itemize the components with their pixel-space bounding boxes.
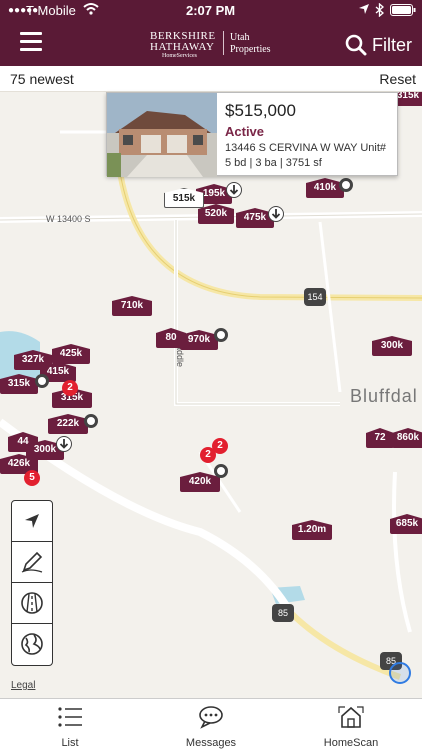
location-arrow-icon <box>25 514 39 528</box>
result-count: 75 newest <box>10 71 74 87</box>
tab-bar: List Messages HomeScan <box>0 698 422 750</box>
messages-icon <box>199 706 223 729</box>
tab-list-label: List <box>61 737 79 749</box>
satellite-button[interactable] <box>12 624 52 665</box>
wifi-icon <box>83 2 99 19</box>
listing-preview-card[interactable]: $515,000 Active 13446 S CERVINA W WAY Un… <box>106 92 398 177</box>
route-shield: 85 <box>272 604 294 622</box>
carrier-label: T-Mobile <box>26 3 76 18</box>
street-label: W 13400 S <box>46 214 91 224</box>
road-view-button[interactable] <box>12 583 52 624</box>
locate-button[interactable] <box>12 501 52 542</box>
open-house-marker[interactable] <box>35 374 49 388</box>
tab-messages-label: Messages <box>185 737 237 749</box>
listing-status: Active <box>225 124 265 139</box>
cluster-badge[interactable]: 2 <box>62 380 78 396</box>
road-icon <box>21 592 43 614</box>
results-bar: 75 newest Reset <box>0 66 422 92</box>
draw-button[interactable] <box>12 542 52 583</box>
legal-link[interactable]: Legal <box>11 680 35 691</box>
reset-button[interactable]: Reset <box>379 71 416 87</box>
open-house-marker[interactable] <box>214 464 228 478</box>
open-house-marker[interactable] <box>84 414 98 428</box>
route-shield: 154 <box>304 288 326 306</box>
listing-specs: 5 bd | 3 ba | 3751 sf <box>225 157 322 169</box>
pencil-icon <box>21 551 43 573</box>
city-label: Bluffdal <box>350 386 418 406</box>
listing-price: $515,000 <box>225 101 296 120</box>
price-drop-icon <box>56 436 72 457</box>
listing-address: 13446 S CERVINA W WAY Unit# <box>225 142 386 154</box>
cluster-badge[interactable]: 5 <box>24 470 40 486</box>
tab-homescan[interactable]: HomeScan <box>301 705 401 749</box>
brand-logo: BERKSHIRE HATHAWAY HomeServices Utah Pro… <box>150 30 271 59</box>
status-bar: ●●●●● T-Mobile 2:07 PM <box>0 0 422 22</box>
tab-homescan-label: HomeScan <box>323 737 379 749</box>
clock: 2:07 PM <box>186 3 236 18</box>
tab-list[interactable]: List <box>20 705 120 749</box>
open-house-marker[interactable] <box>339 178 353 192</box>
price-drop-icon <box>226 182 242 203</box>
listing-photo <box>107 93 217 177</box>
menu-icon[interactable] <box>20 32 42 52</box>
filter-label: Filter <box>372 34 412 55</box>
map-view[interactable]: W 13400 S Saddle Bluffdal 154 85 85 315k… <box>0 92 422 698</box>
app-header: BERKSHIRE HATHAWAY HomeServices Utah Pro… <box>0 22 422 66</box>
location-arrow-icon <box>358 3 370 18</box>
filter-button[interactable]: Filter <box>345 33 412 57</box>
bluetooth-icon <box>375 2 384 20</box>
list-icon <box>58 707 82 727</box>
globe-icon <box>21 633 43 655</box>
price-drop-icon <box>268 206 284 227</box>
map-tools <box>11 500 53 666</box>
current-location-marker <box>389 662 411 684</box>
homescan-icon <box>338 706 364 728</box>
tab-messages[interactable]: Messages <box>161 705 261 749</box>
search-icon <box>345 34 367 56</box>
battery-icon <box>390 4 416 19</box>
cluster-badge[interactable]: 2 <box>212 438 228 454</box>
open-house-marker[interactable] <box>214 328 228 342</box>
